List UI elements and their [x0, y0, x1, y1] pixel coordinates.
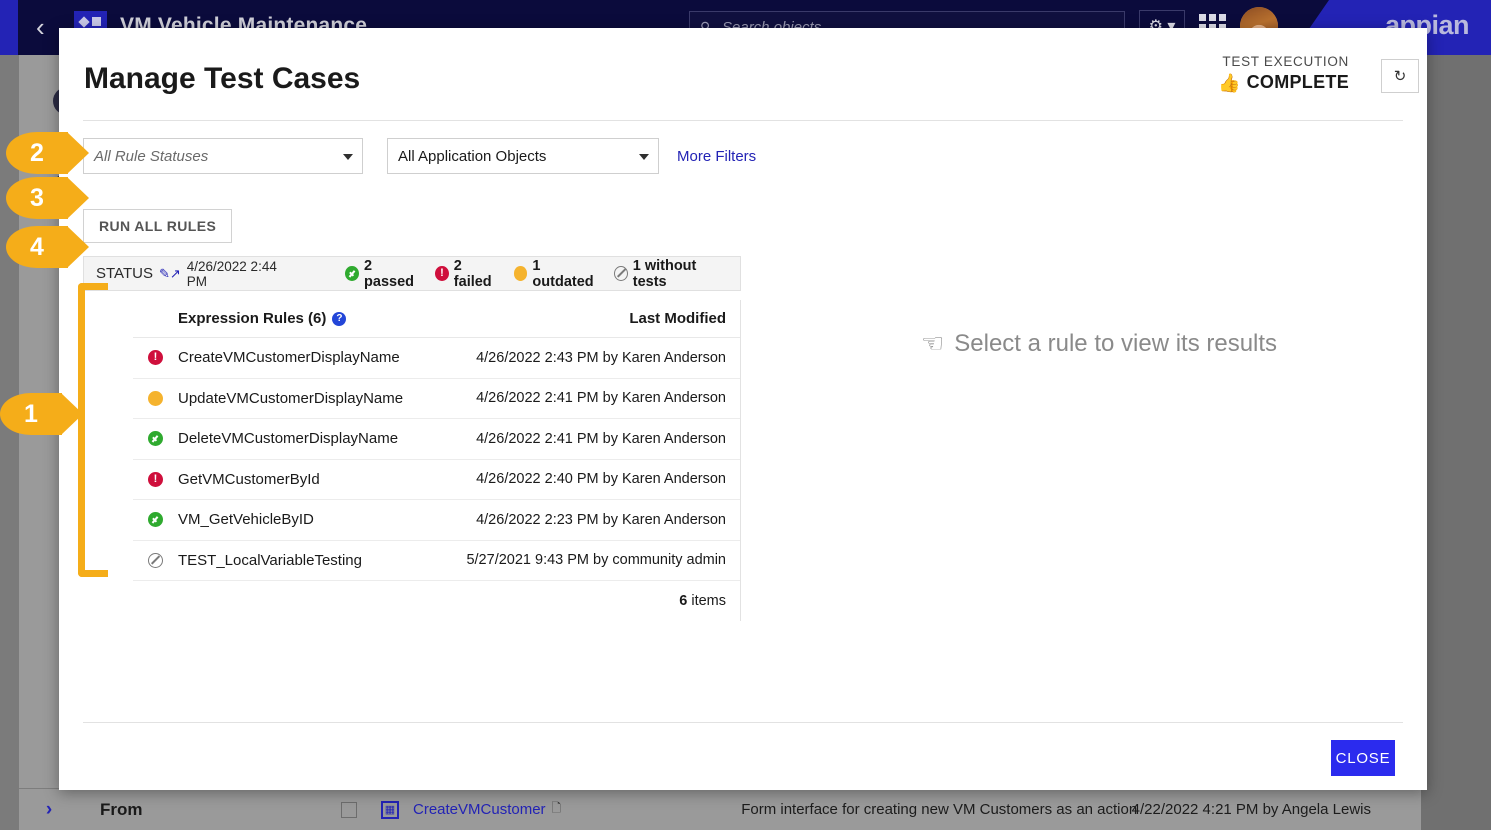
rule-last-modified: 4/26/2022 2:41 PM by Karen Anderson: [476, 430, 726, 447]
annotation-callout-4: 4: [6, 226, 89, 268]
annotation-callout-2-number: 2: [30, 138, 44, 167]
run-all-rules-label: RUN ALL RULES: [99, 218, 217, 234]
status-count-outdated: 1 outdated: [513, 257, 600, 290]
test-execution-value: COMPLETE: [1246, 72, 1349, 92]
table-row[interactable]: CreateVMCustomerDisplayName 4/26/2022 2:…: [133, 338, 740, 379]
check-circle-icon: [148, 431, 163, 447]
empty-state-text: Select a rule to view its results: [954, 329, 1278, 357]
status-count-passed: 2 passed: [345, 258, 421, 290]
back-chevron-icon[interactable]: ‹: [36, 14, 45, 40]
rule-last-modified: 4/26/2022 2:41 PM by Karen Anderson: [476, 390, 726, 407]
run-all-rules-button[interactable]: RUN ALL RULES: [83, 209, 233, 243]
copy-icon[interactable]: 🗋: [552, 799, 562, 820]
status-count-without-tests: 1 without tests: [613, 257, 726, 290]
background-from-section: From: [79, 788, 321, 830]
background-table-row[interactable]: ▦ CreateVMCustomer 🗋 Form interface for …: [321, 788, 1391, 830]
checkbox-icon[interactable]: [341, 801, 357, 818]
edit-external-icon[interactable]: ✎↗: [159, 266, 181, 282]
background-row-description: Form interface for creating new VM Custo…: [741, 801, 1138, 818]
rule-name[interactable]: TEST_LocalVariableTesting: [178, 552, 362, 569]
status-count-failed-label: 2 failed: [453, 257, 492, 290]
exclamation-circle-icon: [435, 266, 449, 281]
rule-name[interactable]: GetVMCustomerById: [178, 471, 320, 488]
rule-name[interactable]: VM_GetVehicleByID: [178, 511, 314, 528]
manage-test-cases-dialog: Manage Test Cases TEST EXECUTION 👍 COMPL…: [59, 28, 1427, 790]
background-left-edge: [0, 55, 19, 830]
rule-name[interactable]: DeleteVMCustomerDisplayName: [178, 430, 398, 447]
exclamation-circle-icon: [148, 350, 163, 366]
status-strip: STATUS ✎↗ 4/26/2022 2:44 PM 2 passed 2 f…: [83, 256, 741, 291]
expand-chevron-icon[interactable]: ›: [19, 788, 79, 830]
thumbs-up-icon: 👍: [1218, 72, 1241, 93]
top-bar-accent: [0, 0, 18, 55]
column-header-name: Expression Rules (6): [178, 310, 327, 327]
rule-last-modified: 4/26/2022 2:40 PM by Karen Anderson: [476, 471, 726, 488]
status-count-failed: 2 failed: [435, 258, 500, 290]
table-row[interactable]: UpdateVMCustomerDisplayName 4/26/2022 2:…: [133, 379, 740, 419]
check-circle-icon: [345, 266, 360, 281]
from-label: From: [100, 799, 143, 819]
rule-status-select-value: All Rule Statuses: [94, 147, 209, 165]
column-header-modified: Last Modified: [629, 310, 726, 327]
page-title: Manage Test Cases: [84, 62, 361, 95]
no-tests-icon: [613, 266, 628, 281]
status-timestamp: 4/26/2022 2:44 PM: [186, 258, 277, 289]
rule-status-select[interactable]: All Rule Statuses: [83, 138, 363, 174]
application-objects-select[interactable]: All Application Objects: [387, 138, 659, 174]
footer-divider: [83, 722, 1403, 723]
annotation-callout-1: 1: [0, 393, 83, 435]
filter-row: All Rule Statuses All Application Object…: [83, 138, 756, 174]
refresh-icon: ↻: [1393, 68, 1407, 85]
annotation-callout-4-number: 4: [30, 232, 44, 261]
status-count-outdated-label: 1 outdated: [532, 257, 594, 290]
table-row[interactable]: GetVMCustomerById 4/26/2022 2:40 PM by K…: [133, 460, 740, 500]
help-circle-icon[interactable]: ?: [332, 311, 347, 326]
background-row-name[interactable]: CreateVMCustomer: [413, 801, 546, 818]
header-divider: [83, 120, 1403, 121]
close-button[interactable]: CLOSE: [1331, 740, 1395, 776]
chevron-down-icon: [343, 154, 353, 160]
exclamation-circle-icon: [148, 471, 163, 487]
dot-circle-icon: [513, 266, 528, 281]
test-execution-status: TEST EXECUTION 👍 COMPLETE: [1218, 54, 1349, 93]
application-objects-select-value: All Application Objects: [398, 147, 547, 165]
table-footer: 6 items: [133, 581, 740, 621]
check-circle-icon: [148, 512, 163, 528]
annotation-callout-3-number: 3: [30, 183, 44, 212]
annotation-callout-3: 3: [6, 177, 89, 219]
close-button-label: CLOSE: [1335, 749, 1391, 767]
table-row[interactable]: TEST_LocalVariableTesting 5/27/2021 9:43…: [133, 541, 740, 581]
rule-last-modified: 4/26/2022 2:23 PM by Karen Anderson: [476, 511, 726, 528]
interface-icon: ▦: [381, 800, 399, 819]
status-label: STATUS: [96, 265, 153, 282]
rule-name[interactable]: CreateVMCustomerDisplayName: [178, 349, 400, 366]
chevron-down-icon: [639, 154, 649, 160]
annotation-callout-1-number: 1: [24, 399, 38, 428]
status-count-without-tests-label: 1 without tests: [632, 257, 697, 290]
dot-circle-icon: [148, 390, 163, 406]
more-filters-link[interactable]: More Filters: [677, 148, 756, 165]
item-count: 6: [679, 593, 688, 609]
dialog-header: Manage Test Cases TEST EXECUTION 👍 COMPL…: [59, 28, 1427, 120]
no-tests-icon: [148, 552, 163, 568]
test-execution-label: TEST EXECUTION: [1222, 54, 1349, 69]
status-count-passed-label: 2 passed: [364, 257, 415, 290]
empty-state: ☜ Select a rule to view its results: [799, 328, 1399, 359]
background-row-modified: 4/22/2022 4:21 PM by Angela Lewis: [1131, 801, 1371, 818]
rule-name[interactable]: UpdateVMCustomerDisplayName: [178, 390, 403, 407]
expression-rules-table: Expression Rules (6) ? Last Modified Cre…: [133, 300, 741, 621]
annotation-callout-2: 2: [6, 132, 89, 174]
pointer-hand-icon: ☜: [920, 328, 945, 358]
rule-last-modified: 4/26/2022 2:43 PM by Karen Anderson: [476, 349, 726, 366]
status-counts: 2 passed 2 failed 1 outdated 1 without t…: [345, 258, 740, 290]
refresh-button[interactable]: ↻: [1381, 59, 1419, 93]
table-row[interactable]: DeleteVMCustomerDisplayName 4/26/2022 2:…: [133, 419, 740, 460]
item-count-label: items: [691, 593, 726, 609]
rule-last-modified: 5/27/2021 9:43 PM by community admin: [466, 552, 726, 569]
table-row[interactable]: VM_GetVehicleByID 4/26/2022 2:23 PM by K…: [133, 500, 740, 541]
table-header-row: Expression Rules (6) ? Last Modified: [133, 300, 740, 338]
